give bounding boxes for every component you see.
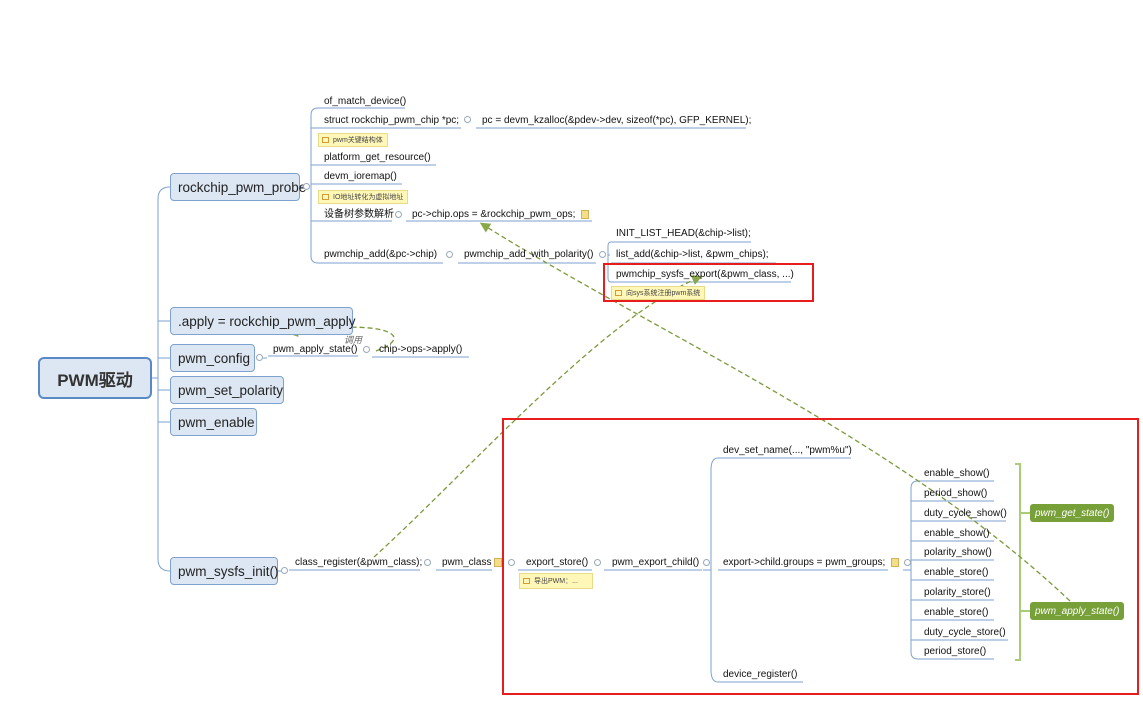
note-ioremap-text: IO地址转化为虚拟地址 [333,194,404,201]
node-struct-chip[interactable]: struct rockchip_pwm_chip *pc; [324,114,459,127]
node-devm-kzalloc[interactable]: pc = devm_kzalloc(&pdev->dev, sizeof(*pc… [482,114,751,127]
note-ioremap: IO地址转化为虚拟地址 [318,190,409,204]
topic-rockchip-pwm-probe[interactable]: rockchip_pwm_probe [170,173,306,201]
collapse-toggle-dt[interactable] [395,211,402,218]
note-struct: pwm关键结构体 [318,133,388,147]
node-class-register[interactable]: class_register(&pwm_class); [295,556,422,569]
highlight-box-sysfs-export [603,263,814,302]
node-devm-ioremap[interactable]: devm_ioremap() [324,170,397,183]
highlight-box-sysfs-init [502,418,1139,695]
note-indicator-icon[interactable] [581,210,589,219]
collapse-toggle-probe[interactable] [303,183,310,190]
topic-pwm-set-polarity[interactable]: pwm_set_polarity [170,376,284,404]
collapse-toggle-add-polarity[interactable] [599,251,606,258]
collapse-toggle-config[interactable] [256,354,263,361]
node-dt-parse[interactable]: 设备树参数解析 [324,208,394,221]
node-of-match-device[interactable]: of_match_device() [324,95,406,108]
collapse-toggle-sysfs[interactable] [281,567,288,574]
topic-apply[interactable]: .apply = rockchip_pwm_apply [170,307,355,335]
node-pwmchip-add-with-polarity[interactable]: pwmchip_add_with_polarity() [464,248,594,261]
topic-pwm-sysfs-init[interactable]: pwm_sysfs_init() [170,557,279,585]
collapse-toggle-struct[interactable] [464,116,471,123]
node-chip-ops[interactable]: pc->chip.ops = &rockchip_pwm_ops; [412,208,575,221]
topic-pwm-config[interactable]: pwm_config [170,344,255,372]
node-pwm-class[interactable]: pwm_class [442,556,491,569]
collapse-toggle-class-register[interactable] [424,559,431,566]
root-topic[interactable]: PWM驱动 [38,357,152,399]
node-chip-ops-apply[interactable]: chip->ops->apply() [379,343,462,356]
note-indicator-icon[interactable] [494,558,502,567]
collapse-toggle-pwmchip-add[interactable] [446,251,453,258]
node-platform-get-resource[interactable]: platform_get_resource() [324,151,431,164]
note-icon [322,137,329,143]
note-struct-text: pwm关键结构体 [333,137,383,144]
note-icon [322,194,329,200]
node-list-add[interactable]: list_add(&chip->list, &pwm_chips); [616,248,769,261]
relationship-label-call: 调用 [344,335,363,345]
collapse-toggle-apply-state[interactable] [363,346,370,353]
node-init-list-head[interactable]: INIT_LIST_HEAD(&chip->list); [616,227,751,240]
node-pwmchip-add[interactable]: pwmchip_add(&pc->chip) [324,248,437,261]
topic-pwm-enable[interactable]: pwm_enable [170,408,257,436]
